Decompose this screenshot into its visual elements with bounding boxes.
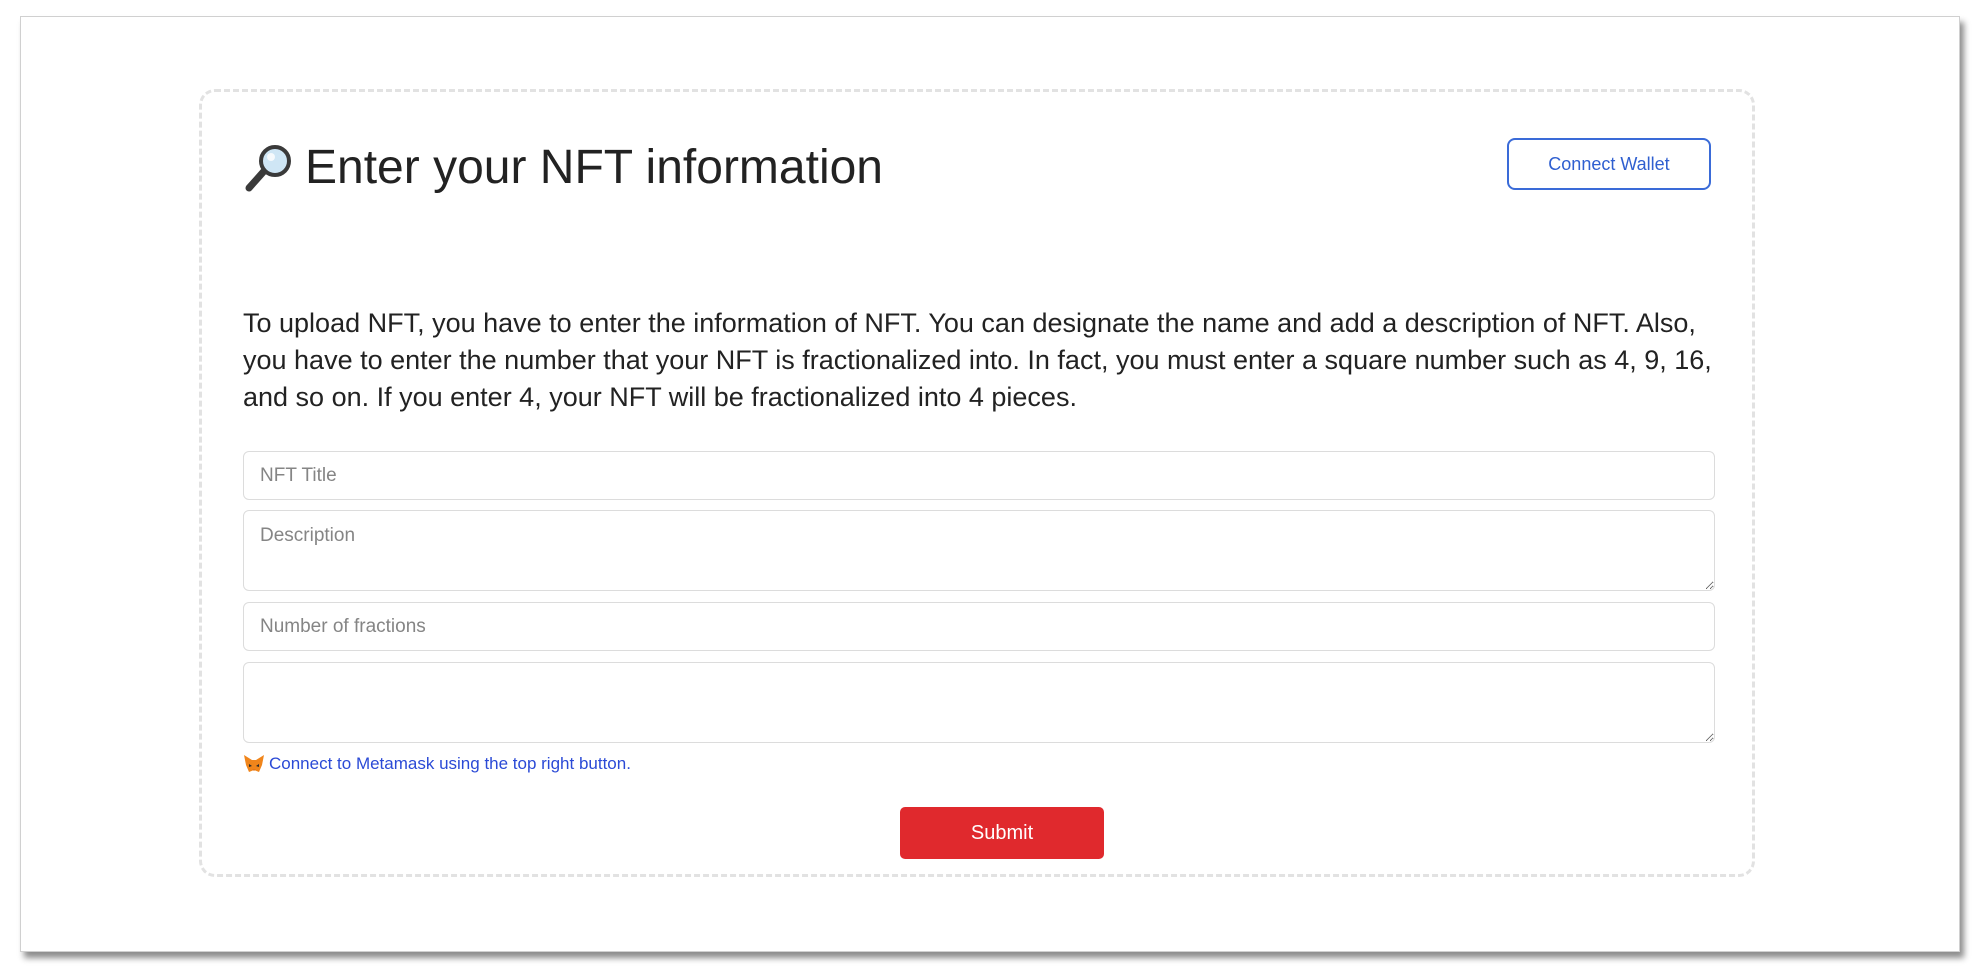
description-textarea[interactable] — [243, 510, 1715, 591]
fractions-input[interactable] — [243, 602, 1715, 651]
metamask-fox-icon — [243, 754, 265, 774]
page-title: Enter your NFT information — [243, 136, 883, 200]
nft-title-input[interactable] — [243, 451, 1715, 500]
metamask-hint: Connect to Metamask using the top right … — [243, 754, 631, 774]
intro-text: To upload NFT, you have to enter the inf… — [243, 308, 1712, 412]
form-header: Enter your NFT information Connect Walle… — [243, 136, 1711, 200]
page-frame: Enter your NFT information Connect Walle… — [20, 16, 1960, 952]
nft-form-card: Enter your NFT information Connect Walle… — [199, 89, 1755, 877]
metamask-hint-text: Connect to Metamask using the top right … — [269, 754, 631, 773]
page-title-text: Enter your NFT information — [305, 141, 883, 194]
submit-button[interactable]: Submit — [900, 807, 1104, 859]
extra-textarea[interactable] — [243, 662, 1715, 743]
magnifying-glass-icon — [243, 142, 295, 194]
connect-wallet-button[interactable]: Connect Wallet — [1507, 138, 1711, 190]
